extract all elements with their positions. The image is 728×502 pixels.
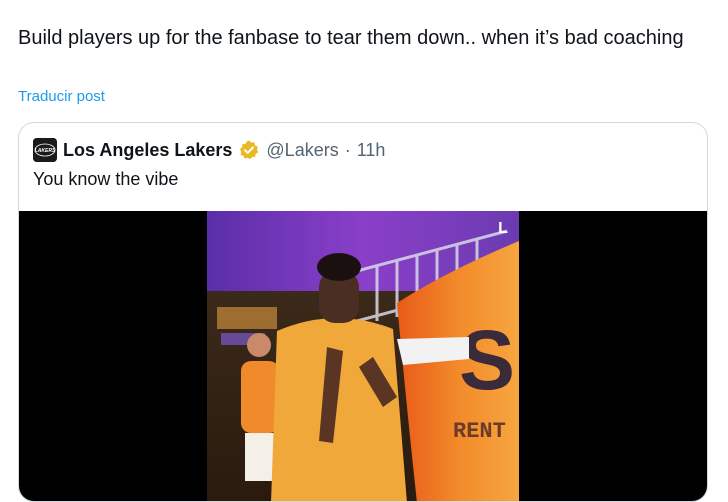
banner-letter: S: [459, 313, 515, 407]
tweet-text: Build players up for the fanbase to tear…: [18, 27, 684, 49]
video-frame[interactable]: S RENT L: [207, 211, 519, 501]
author-handle[interactable]: @Lakers: [266, 140, 338, 161]
video-still-image: S RENT L: [207, 211, 519, 501]
avatar[interactable]: LAKERS: [33, 138, 57, 162]
author-name[interactable]: Los Angeles Lakers: [63, 140, 232, 161]
verified-badge-icon: [238, 139, 260, 161]
quoted-tweet-card[interactable]: LAKERS Los Angeles Lakers @Lakers · 11h …: [18, 122, 708, 502]
video-player[interactable]: S RENT L: [19, 211, 707, 501]
quoted-tweet-text: You know the vibe: [33, 169, 179, 189]
avatar-logo-text: LAKERS: [35, 148, 56, 154]
banner-text: RENT: [453, 419, 506, 444]
separator-dot: ·: [344, 139, 351, 160]
quoted-tweet-header: LAKERS Los Angeles Lakers @Lakers · 11h: [33, 137, 385, 163]
translate-post-link[interactable]: Traducir post: [18, 88, 105, 105]
video-corner-logo: L: [498, 220, 508, 237]
post-time[interactable]: 11h: [357, 140, 386, 161]
